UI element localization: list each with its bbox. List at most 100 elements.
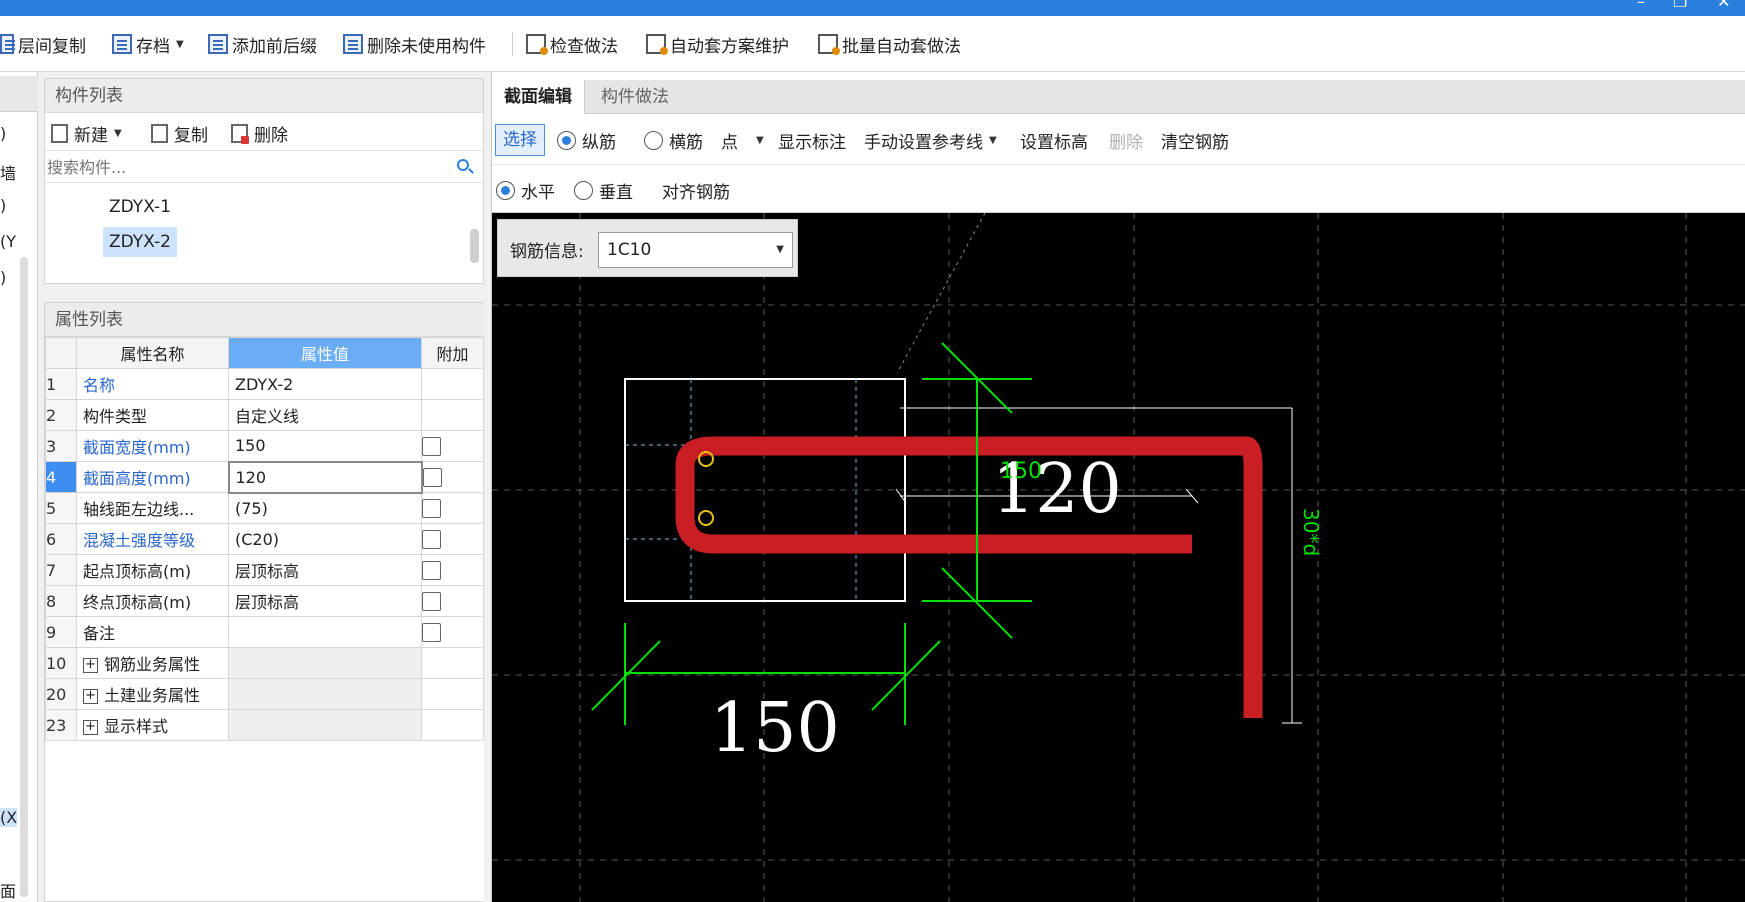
property-group[interactable]: + 土建业务属性: [76, 678, 229, 710]
left-strip-row[interactable]: 墙: [0, 160, 16, 184]
table-row[interactable]: 1 名称 ZDYX-2: [45, 368, 484, 400]
check-method-icon: [526, 34, 548, 55]
left-strip-row[interactable]: (Y: [0, 232, 16, 251]
show-annotation-button[interactable]: 显示标注: [778, 128, 846, 153]
header-property-value[interactable]: 属性值: [228, 337, 422, 369]
property-value-editor[interactable]: 120: [227, 460, 423, 494]
property-group[interactable]: + 钢筋业务属性: [76, 647, 229, 679]
header-extra[interactable]: 附加: [421, 337, 484, 369]
tab-section-edit[interactable]: 截面编辑: [492, 80, 585, 114]
property-value[interactable]: 150: [228, 430, 422, 462]
copy-component-button[interactable]: 复制: [151, 121, 208, 146]
left-strip-row-selected[interactable]: (X: [0, 808, 18, 827]
extra-checkbox[interactable]: [422, 530, 441, 549]
table-row[interactable]: 7 起点顶标高(m) 层顶标高: [45, 554, 484, 586]
copy-floors-button[interactable]: 层间复制: [0, 30, 86, 58]
auto-scheme-button[interactable]: 自动套方案维护: [646, 30, 789, 58]
left-strip-row[interactable]: ): [0, 268, 6, 287]
table-row[interactable]: 8 终点顶标高(m) 层顶标高: [45, 585, 484, 617]
delete-label: 删除: [254, 125, 288, 146]
property-value[interactable]: [228, 616, 422, 648]
extra-checkbox[interactable]: [422, 592, 441, 611]
check-method-button[interactable]: 检查做法: [526, 30, 618, 58]
width-dimension-text[interactable]: 150: [710, 689, 840, 768]
tab-component-method[interactable]: 构件做法: [589, 80, 681, 114]
vertical-radio[interactable]: 垂直: [574, 178, 633, 203]
search-icon[interactable]: [457, 159, 469, 171]
manual-ref-line-button[interactable]: 手动设置参考线 ▼: [864, 128, 997, 153]
rebar-info-select[interactable]: 1C10 ▼: [598, 232, 793, 268]
left-strip-row[interactable]: ): [0, 196, 6, 215]
property-value[interactable]: (C20): [228, 523, 422, 555]
expand-icon[interactable]: +: [83, 658, 98, 673]
property-name: 截面宽度(mm): [76, 430, 229, 462]
table-row-group[interactable]: 10 + 钢筋业务属性: [45, 647, 484, 679]
table-row-current[interactable]: 4 截面高度(mm) 120: [45, 460, 484, 494]
section-drawing[interactable]: 120 150 150 30*d: [492, 213, 1745, 902]
left-strip-row[interactable]: ): [0, 124, 6, 143]
property-value[interactable]: (75): [228, 492, 422, 524]
reference-line[interactable]: [896, 213, 986, 374]
new-dropdown-icon[interactable]: ▼: [114, 128, 122, 139]
component-item[interactable]: ZDYX-1: [103, 192, 177, 222]
extra-checkbox[interactable]: [422, 499, 441, 518]
row-index: 5: [45, 492, 77, 524]
horizontal-radio[interactable]: 水平: [496, 178, 555, 203]
table-row-group[interactable]: 20 + 土建业务属性: [45, 678, 484, 710]
table-row-group[interactable]: 23 + 显示样式: [45, 709, 484, 741]
property-value[interactable]: 层顶标高: [228, 585, 422, 617]
left-strip-scrollbar[interactable]: [20, 257, 28, 897]
delete-component-button[interactable]: 删除: [231, 121, 288, 146]
point-mode-dropdown[interactable]: 点 ▼: [721, 128, 764, 153]
transverse-radio[interactable]: 横筋: [644, 128, 703, 153]
left-strip-row[interactable]: 面: [0, 878, 16, 902]
header-property-name[interactable]: 属性名称: [76, 337, 229, 369]
expand-icon[interactable]: +: [83, 720, 98, 735]
property-value[interactable]: 层顶标高: [228, 554, 422, 586]
row-index: 3: [45, 430, 77, 462]
extra-checkbox[interactable]: [422, 468, 442, 487]
component-search-input[interactable]: [47, 154, 457, 180]
row-index: 2: [45, 399, 77, 431]
row-index: 1: [45, 368, 77, 400]
property-value[interactable]: ZDYX-2: [228, 368, 422, 400]
clear-rebar-button[interactable]: 清空钢筋: [1161, 128, 1229, 153]
expand-icon[interactable]: +: [83, 689, 98, 704]
delete-unused-button[interactable]: 删除未使用构件: [343, 30, 486, 58]
chevron-down-icon: ▼: [756, 135, 764, 146]
rebar-point-bottom[interactable]: [698, 510, 714, 526]
new-component-button[interactable]: 新建 ▼: [51, 121, 122, 146]
row-index: 23: [45, 709, 77, 741]
table-row[interactable]: 6 混凝土强度等级 (C20): [45, 523, 484, 555]
save-button[interactable]: 存档 ▼: [112, 30, 184, 58]
delete-rebar-button[interactable]: 删除: [1109, 128, 1143, 153]
table-row[interactable]: 2 构件类型 自定义线: [45, 399, 484, 431]
property-value[interactable]: 自定义线: [228, 399, 422, 431]
hook-anchorage-text[interactable]: 30*d: [1299, 508, 1323, 556]
restore-icon[interactable]: ❐: [1673, 0, 1687, 10]
table-row[interactable]: 9 备注: [45, 616, 484, 648]
section-drawing-canvas[interactable]: 120 150 150 30*d 钢筋信息: 1C10 ▼: [492, 213, 1745, 902]
add-prefix-suffix-button[interactable]: 添加前后缀: [208, 30, 317, 58]
set-elevation-button[interactable]: 设置标高: [1020, 128, 1088, 153]
close-icon[interactable]: ✕: [1717, 0, 1730, 10]
chevron-down-icon: ▼: [776, 244, 784, 255]
extra-checkbox[interactable]: [422, 561, 441, 580]
section-outline[interactable]: [624, 378, 906, 602]
property-group[interactable]: + 显示样式: [76, 709, 229, 741]
property-value: [228, 647, 422, 679]
table-row[interactable]: 5 轴线距左边线... (75): [45, 492, 484, 524]
hook-length-dimension-text[interactable]: 150: [1000, 459, 1042, 484]
extra-checkbox[interactable]: [422, 623, 441, 642]
save-dropdown-icon[interactable]: ▼: [176, 39, 184, 50]
extra-checkbox[interactable]: [422, 437, 441, 456]
minimize-icon[interactable]: –: [1637, 0, 1645, 10]
component-item-selected[interactable]: ZDYX-2: [103, 227, 177, 257]
select-button[interactable]: 选择: [495, 124, 545, 156]
batch-auto-button[interactable]: 批量自动套做法: [818, 30, 961, 58]
component-list-scrollbar[interactable]: [470, 229, 479, 263]
rebar-stirrup[interactable]: [675, 436, 1263, 718]
align-rebar-button[interactable]: 对齐钢筋: [662, 178, 730, 203]
table-row[interactable]: 3 截面宽度(mm) 150: [45, 430, 484, 462]
longitudinal-radio[interactable]: 纵筋: [557, 128, 616, 153]
